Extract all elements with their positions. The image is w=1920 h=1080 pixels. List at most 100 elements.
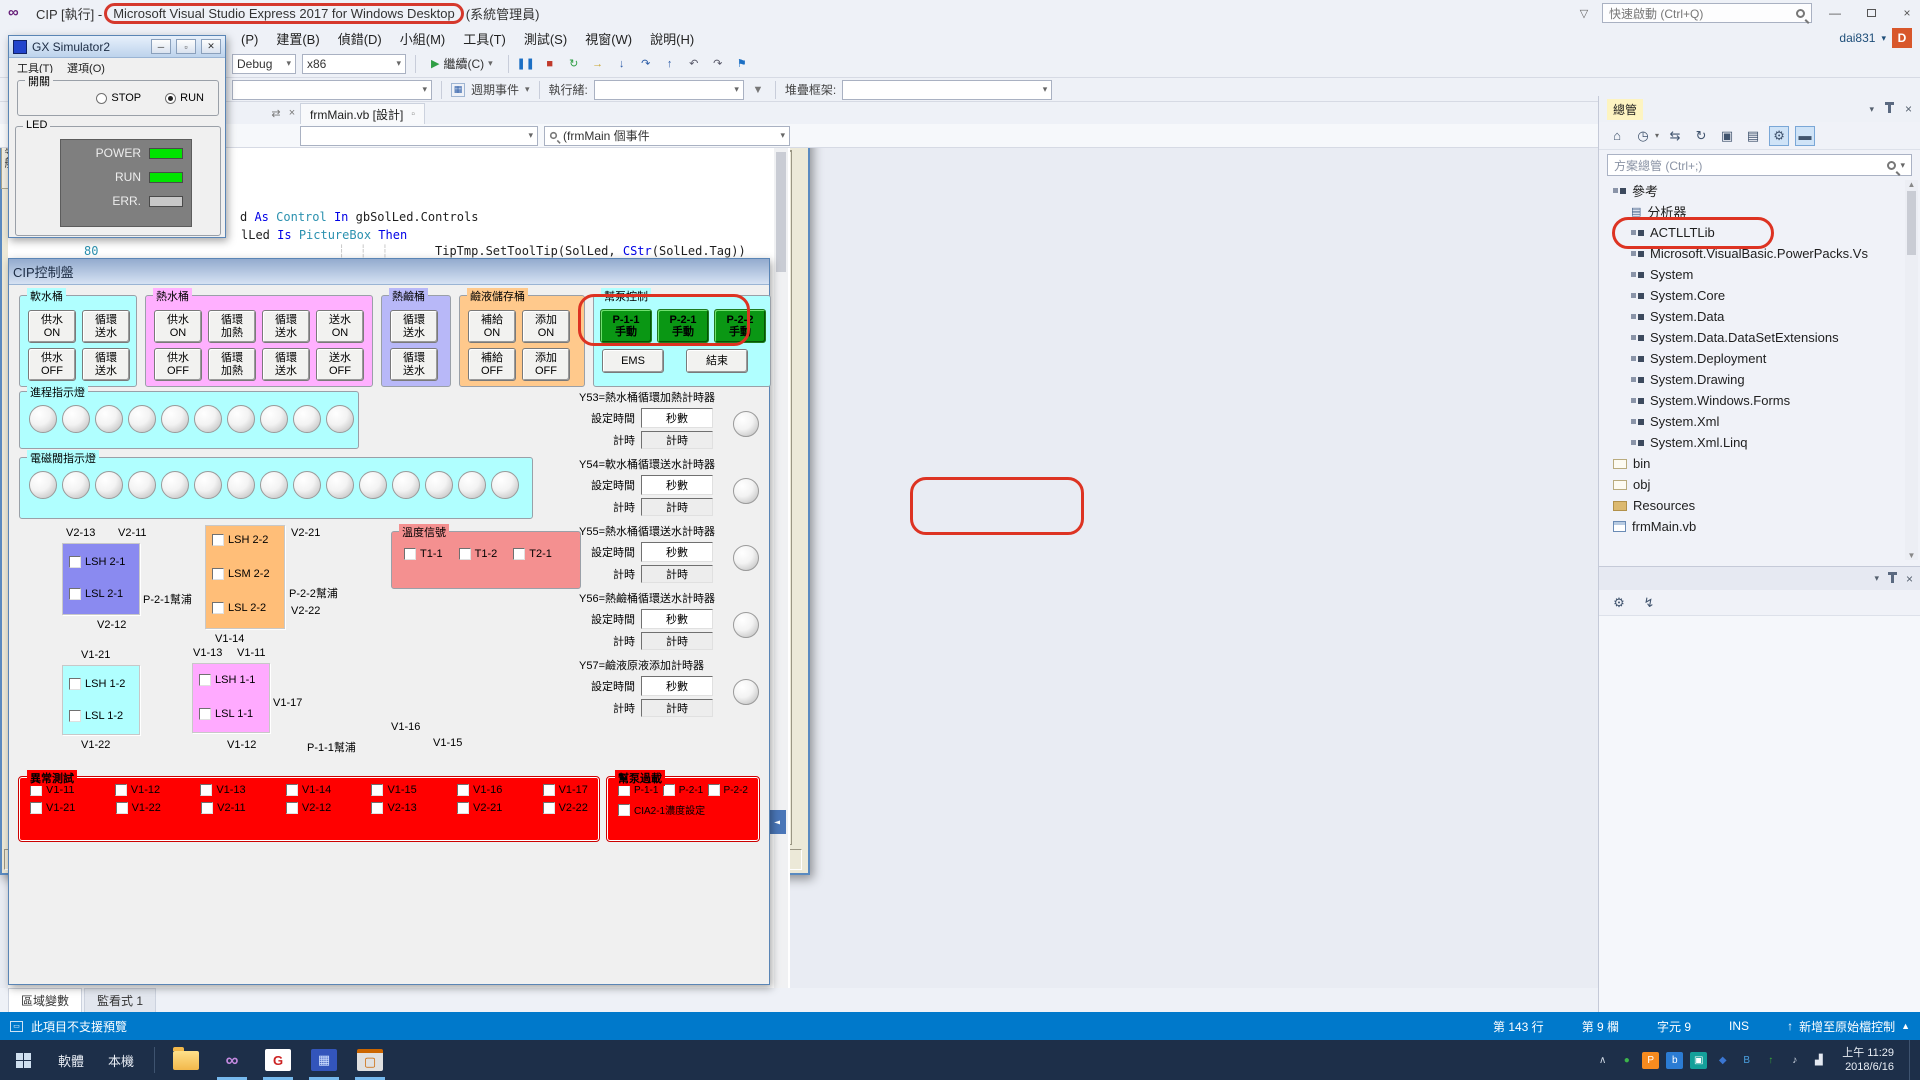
set-time-input[interactable]: 秒數 — [641, 475, 713, 495]
tree-item-system-windows-forms[interactable]: System.Windows.Forms — [1599, 390, 1920, 411]
abnormal-test-checkbox[interactable]: V1-13 — [200, 784, 245, 796]
abnormal-test-checkbox[interactable]: V1-17 — [543, 784, 588, 796]
chevron-down-icon[interactable]: ▾ — [1869, 104, 1874, 115]
abnormal-test-checkbox[interactable]: V2-22 — [543, 802, 588, 814]
menu-item[interactable]: 視窗(W) — [576, 32, 641, 47]
shield-icon[interactable]: ◆ — [1714, 1052, 1731, 1069]
set-time-input[interactable]: 秒數 — [641, 408, 713, 428]
pump-manual-button[interactable]: P-2-2 手動 — [714, 309, 766, 343]
lsl-1-1-checkbox[interactable]: LSL 1-1 — [199, 708, 253, 720]
green-status-icon[interactable]: ● — [1618, 1052, 1635, 1069]
refresh-icon[interactable]: ↻ — [1691, 126, 1711, 146]
preview-selected-icon[interactable]: ▬ — [1795, 126, 1815, 146]
panel-tab-locals[interactable]: 區域變數 — [8, 988, 82, 1012]
abnormal-test-checkbox[interactable]: V1-21 — [30, 802, 75, 814]
tree-item-frmmain-vb[interactable]: frmMain.vb — [1599, 516, 1920, 537]
cip-button[interactable]: 供水 OFF — [28, 348, 76, 381]
lsh-2-1-checkbox[interactable]: LSH 2-1 — [69, 556, 125, 568]
minimize-button[interactable]: — — [1822, 4, 1848, 22]
menu-item[interactable]: 偵錯(D) — [329, 32, 391, 47]
cip-title-bar[interactable]: CIP控制盤 — [9, 259, 769, 285]
menu-item[interactable]: 小組(M) — [391, 32, 455, 47]
menu-item[interactable]: 工具(T) — [454, 32, 515, 47]
cip-button[interactable]: 循環 送水 — [390, 348, 438, 381]
simulator-title-bar[interactable]: GX Simulator2 ─ ▫ ✕ — [9, 36, 225, 58]
minimize-icon[interactable]: ─ — [151, 39, 171, 54]
step-out-icon[interactable]: ↑ — [662, 56, 678, 72]
redo-icon[interactable]: ↷ — [710, 56, 726, 72]
speaker-icon[interactable]: ♪ — [1786, 1052, 1803, 1069]
undo-icon[interactable]: ↶ — [686, 56, 702, 72]
abnormal-test-checkbox[interactable]: V1-16 — [457, 784, 502, 796]
feedback-icon[interactable]: ▽ — [1576, 5, 1592, 21]
menu-item[interactable]: (P) — [232, 32, 267, 47]
step-over-icon[interactable]: ↷ — [638, 56, 654, 72]
tree-item--[interactable]: ▤分析器 — [1599, 201, 1920, 222]
menu-item[interactable]: 選項(O) — [67, 60, 105, 76]
restore-icon[interactable]: ▫ — [176, 39, 196, 54]
set-time-input[interactable]: 秒數 — [641, 676, 713, 696]
cip-button[interactable]: 供水 ON — [154, 310, 202, 343]
lsh-1-2-checkbox[interactable]: LSH 1-2 — [69, 678, 125, 690]
cip-button[interactable]: 循環 送水 — [82, 310, 130, 343]
pin-icon[interactable] — [1888, 105, 1891, 113]
panel-tab-watch[interactable]: 監看式 1 — [84, 988, 156, 1012]
properties-icon[interactable]: ⚙ — [1609, 593, 1629, 613]
abnormal-test-checkbox[interactable]: V1-12 — [115, 784, 160, 796]
stack-frame-combo[interactable]: ▾ — [842, 80, 1052, 100]
abnormal-test-checkbox[interactable]: V1-14 — [286, 784, 331, 796]
pump-manual-button[interactable]: P-1-1 手動 — [600, 309, 652, 343]
blue-app-icon[interactable]: b — [1666, 1052, 1683, 1069]
taskbar-clock[interactable]: 上午 11:29 2018/6/16 — [1842, 1046, 1894, 1075]
close-icon[interactable]: × — [1906, 572, 1913, 586]
source-control-button[interactable]: 新增至原始檔控制 — [1799, 1018, 1895, 1035]
tree-item-microsoft-visualbasic-powerpacks-vs[interactable]: Microsoft.VisualBasic.PowerPacks.Vs — [1599, 243, 1920, 264]
collapse-panel-button[interactable]: ◄ — [768, 810, 786, 834]
upload-icon[interactable]: ↑ — [1762, 1052, 1779, 1069]
set-time-input[interactable]: 秒數 — [641, 609, 713, 629]
class-combo[interactable]: ▾ — [300, 126, 538, 146]
start-button[interactable] — [0, 1040, 46, 1080]
cip-button[interactable]: 補給 ON — [468, 310, 516, 343]
teal-app-icon[interactable]: ▣ — [1690, 1052, 1707, 1069]
ems-button[interactable]: EMS — [602, 349, 664, 373]
tree-item-resources[interactable]: Resources — [1599, 495, 1920, 516]
run-radio[interactable]: RUN — [165, 92, 204, 104]
taskbar-app-explorer[interactable] — [163, 1040, 209, 1080]
events-icon[interactable]: ↯ — [1639, 593, 1659, 613]
abnormal-test-checkbox[interactable]: V2-11 — [201, 802, 246, 814]
flag-icon[interactable]: ▼ — [750, 82, 766, 98]
abnormal-test-checkbox[interactable]: V2-13 — [371, 802, 416, 814]
temperature-checkbox[interactable]: T1-2 — [459, 548, 498, 560]
thread-combo[interactable]: ▾ — [594, 80, 744, 100]
temperature-checkbox[interactable]: T2-1 — [513, 548, 552, 560]
platform-combo[interactable]: x86▾ — [302, 54, 406, 74]
cip-button[interactable]: 供水 OFF — [154, 348, 202, 381]
stop-radio[interactable]: STOP — [96, 92, 141, 104]
tree-item-system-data-datasetextensions[interactable]: System.Data.DataSetExtensions — [1599, 327, 1920, 348]
temperature-checkbox[interactable]: T1-1 — [404, 548, 443, 560]
close-icon[interactable]: ✕ — [201, 39, 221, 54]
swap-documents-icon[interactable]: ⇄ — [268, 105, 284, 121]
step-into-icon[interactable]: ↓ — [614, 56, 630, 72]
next-statement-icon[interactable]: → — [590, 56, 606, 72]
taskbar-label[interactable]: 軟體 — [46, 1051, 96, 1070]
pump-overload-checkbox[interactable]: P-2-1 — [663, 784, 703, 796]
tree-item-obj[interactable]: obj — [1599, 474, 1920, 495]
continue-button[interactable]: ▶ 繼續(C)▾ — [425, 53, 499, 75]
solution-search-input[interactable]: 方案總管 (Ctrl+;) ▾ — [1607, 154, 1912, 176]
tree-item--[interactable]: 參考 — [1599, 180, 1920, 201]
cip-button[interactable]: 供水 ON — [28, 310, 76, 343]
network-icon[interactable]: ▟ — [1810, 1052, 1827, 1069]
lsl-1-2-checkbox[interactable]: LSL 1-2 — [69, 710, 123, 722]
tree-item-system-xml-linq[interactable]: System.Xml.Linq — [1599, 432, 1920, 453]
close-icon[interactable]: × — [1905, 102, 1912, 116]
quick-launch-input[interactable]: 快速啟動 (Ctrl+Q) — [1602, 3, 1812, 23]
lsl-2-1-checkbox[interactable]: LSL 2-1 — [69, 588, 123, 600]
sync-icon[interactable]: ⇆ — [1665, 126, 1685, 146]
taskbar-app-gx-simulator[interactable]: ▦ — [301, 1040, 347, 1080]
end-button[interactable]: 結束 — [686, 349, 748, 373]
abnormal-test-checkbox[interactable]: V1-22 — [116, 802, 161, 814]
stop-icon[interactable]: ■ — [542, 56, 558, 72]
process-combo[interactable]: ▾ — [232, 80, 432, 100]
